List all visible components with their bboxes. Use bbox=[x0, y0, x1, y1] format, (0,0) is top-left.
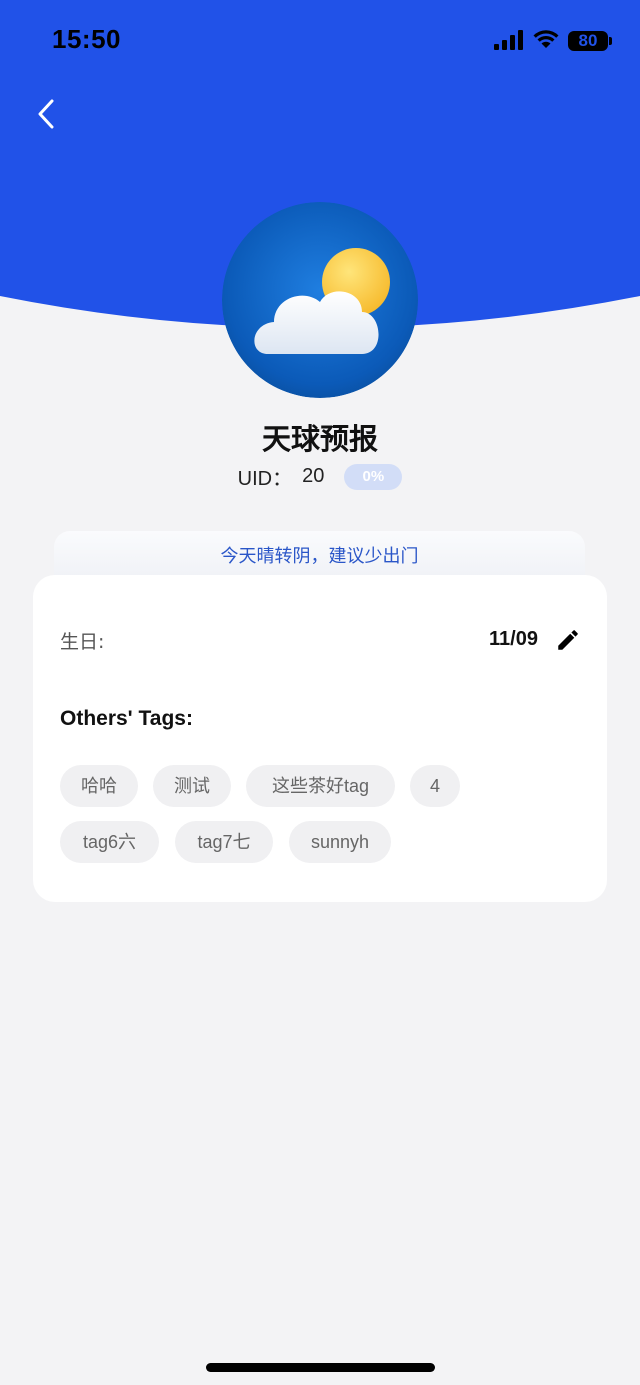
avatar[interactable] bbox=[222, 202, 418, 398]
wifi-icon bbox=[533, 30, 559, 48]
uid-row: UID： 20 0% bbox=[0, 462, 640, 491]
tag-chip[interactable]: 测试 bbox=[153, 765, 231, 807]
pencil-icon bbox=[558, 630, 578, 650]
battery-level: 80 bbox=[578, 31, 598, 50]
info-card: 生日: 11/09 Others' Tags: 哈哈 测试 这些茶好tag 4 … bbox=[33, 575, 607, 902]
profile-name: 天球预报 bbox=[261, 422, 378, 456]
battery-icon: 80 bbox=[568, 31, 612, 51]
tag-chip[interactable]: 4 bbox=[410, 765, 460, 807]
birthday-label: 生日: bbox=[60, 631, 105, 653]
tag-chip[interactable]: tag6六 bbox=[60, 821, 159, 863]
tag-chip[interactable]: 这些茶好tag bbox=[246, 765, 395, 807]
signal-icon bbox=[494, 30, 523, 50]
tags-title: Others' Tags: bbox=[60, 707, 193, 730]
chevron-left-icon bbox=[38, 99, 54, 129]
uid-value: 20 bbox=[302, 465, 325, 487]
tag-chip[interactable]: tag7七 bbox=[175, 821, 273, 863]
uid-label: UID： bbox=[237, 468, 293, 490]
progress-badge: 0% bbox=[344, 463, 403, 490]
edit-birthday-button[interactable] bbox=[555, 627, 581, 653]
tag-chip[interactable]: 哈哈 bbox=[60, 765, 138, 807]
status-bar: 15:50 80 bbox=[0, 0, 640, 82]
tag-chip[interactable]: sunnyh bbox=[289, 821, 391, 863]
home-indicator[interactable] bbox=[206, 1363, 435, 1372]
weather-partly-cloudy-icon bbox=[222, 202, 418, 398]
back-button[interactable] bbox=[28, 92, 64, 136]
status-time: 15:50 bbox=[52, 24, 121, 54]
birthday-value: 11/09 bbox=[489, 628, 538, 650]
